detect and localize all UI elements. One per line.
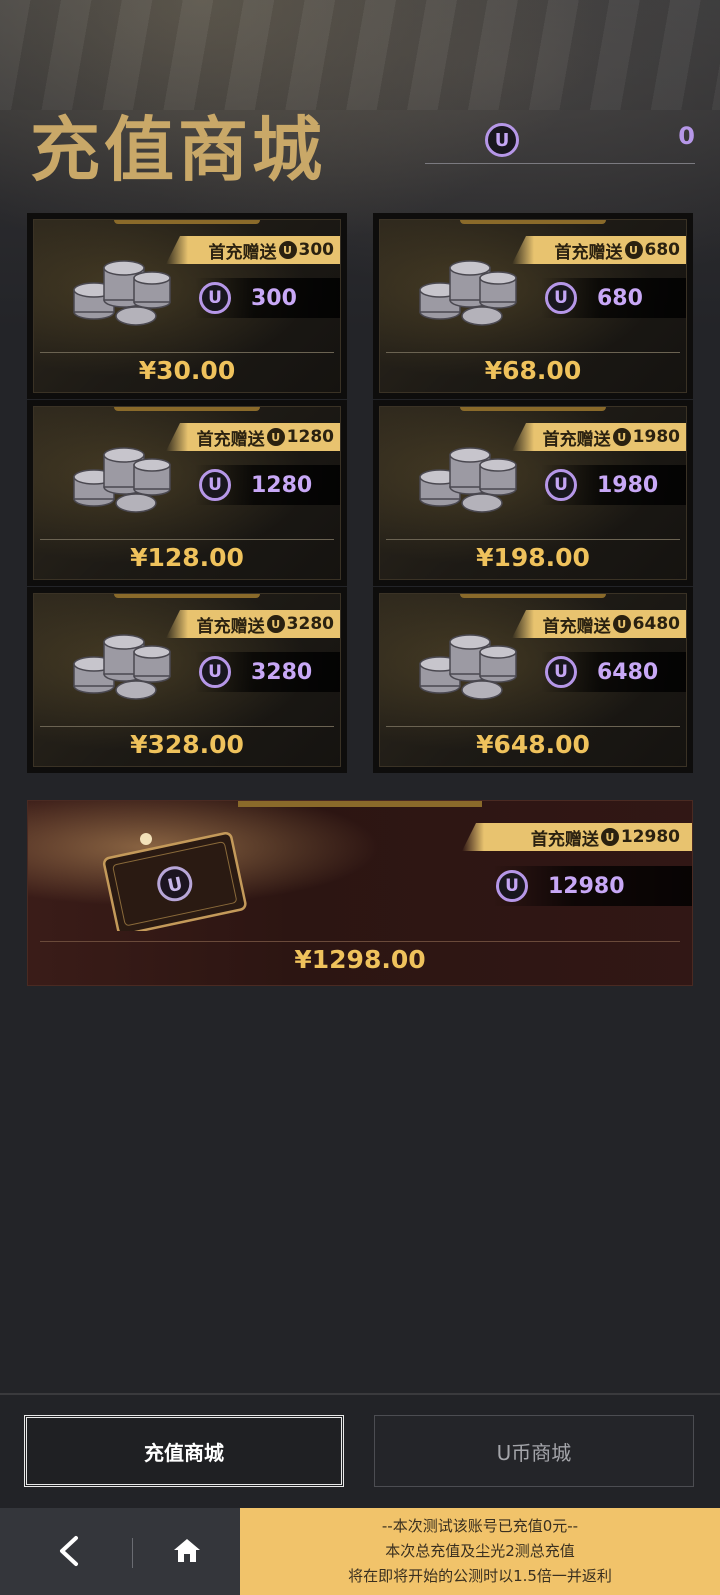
divider bbox=[40, 941, 680, 942]
bonus-label: 首充赠送 bbox=[196, 616, 265, 637]
first-charge-bonus: 首充赠送 U 300 bbox=[166, 236, 340, 264]
price-label: ¥128.00 bbox=[130, 543, 244, 572]
price-label: ¥68.00 bbox=[484, 356, 582, 385]
divider bbox=[40, 726, 334, 727]
coin-stack-icon bbox=[73, 634, 171, 700]
first-charge-bonus: 首充赠送 U 1280 bbox=[166, 423, 340, 451]
bonus-amount: 3280 bbox=[286, 614, 334, 634]
u-coin-icon: U bbox=[600, 828, 619, 846]
amount-value: 680 bbox=[597, 285, 643, 311]
bonus-label: 首充赠送 bbox=[530, 829, 599, 850]
u-coin-icon: U bbox=[545, 656, 577, 688]
tab-recharge-shop[interactable]: 充值商城 bbox=[24, 1415, 344, 1487]
bonus-label: 首充赠送 bbox=[554, 242, 623, 263]
divider bbox=[132, 1538, 133, 1568]
amount-value: 1280 bbox=[251, 472, 313, 498]
bonus-label: 首充赠送 bbox=[196, 429, 265, 450]
package-card[interactable]: 首充赠送 U 680 U 680 ¥68.00 bbox=[373, 213, 693, 399]
bonus-amount: 12980 bbox=[620, 827, 680, 847]
notice-line-2: 本次总充值及尘光2测总充值 bbox=[385, 1542, 575, 1560]
bonus-label: 首充赠送 bbox=[208, 242, 277, 263]
coin-amount: U 12980 bbox=[492, 866, 692, 906]
u-coin-icon: U bbox=[278, 241, 297, 259]
u-coin-icon: U bbox=[485, 123, 519, 157]
u-coin-icon: U bbox=[496, 870, 528, 902]
amount-value: 3280 bbox=[251, 659, 313, 685]
coin-stack-icon bbox=[419, 447, 517, 513]
price-label: ¥1298.00 bbox=[294, 945, 426, 974]
coin-amount: U 1280 bbox=[195, 465, 340, 505]
vip-card-icon: U bbox=[102, 831, 247, 931]
divider bbox=[386, 726, 680, 727]
coin-amount: U 680 bbox=[541, 278, 686, 318]
bonus-amount: 1280 bbox=[286, 427, 334, 447]
first-charge-bonus: 首充赠送 U 3280 bbox=[166, 610, 340, 638]
balance-value: 0 bbox=[678, 122, 695, 150]
bonus-amount: 300 bbox=[298, 240, 335, 260]
coin-amount: U 3280 bbox=[195, 652, 340, 692]
u-coin-icon: U bbox=[545, 469, 577, 501]
coin-amount: U 1980 bbox=[541, 465, 686, 505]
bonus-amount: 680 bbox=[644, 240, 681, 260]
coin-amount: U 300 bbox=[195, 278, 340, 318]
u-coin-icon: U bbox=[545, 282, 577, 314]
package-card[interactable]: 首充赠送 U 1980 U 1980 ¥198.00 bbox=[373, 400, 693, 586]
coin-stack-icon bbox=[73, 447, 171, 513]
chevron-left-icon[interactable] bbox=[50, 1528, 90, 1574]
first-charge-bonus: 首充赠送 U 1980 bbox=[512, 423, 686, 451]
amount-value: 12980 bbox=[548, 873, 625, 899]
price-label: ¥648.00 bbox=[476, 730, 590, 759]
u-coin-icon: U bbox=[199, 282, 231, 314]
bonus-label: 首充赠送 bbox=[542, 616, 611, 637]
divider bbox=[386, 539, 680, 540]
tab-u-coin-shop[interactable]: U币商城 bbox=[374, 1415, 694, 1487]
amount-value: 1980 bbox=[597, 472, 659, 498]
balance-display: U 0 bbox=[425, 120, 695, 164]
price-label: ¥198.00 bbox=[476, 543, 590, 572]
nav-controls bbox=[0, 1508, 240, 1595]
first-charge-bonus: 首充赠送 U 680 bbox=[512, 236, 686, 264]
price-label: ¥328.00 bbox=[130, 730, 244, 759]
u-coin-icon: U bbox=[612, 428, 631, 446]
amount-value: 300 bbox=[251, 285, 297, 311]
package-card[interactable]: 首充赠送 U 3280 U 3280 ¥328.00 bbox=[27, 587, 347, 773]
notice-line-1: --本次测试该账号已充值0元-- bbox=[381, 1517, 579, 1535]
amount-value: 6480 bbox=[597, 659, 659, 685]
notice-line-3: 将在即将开始的公测时以1.5倍一并返利 bbox=[348, 1567, 612, 1585]
first-charge-bonus: 首充赠送 U 6480 bbox=[512, 610, 686, 638]
divider bbox=[40, 539, 334, 540]
bonus-amount: 1980 bbox=[632, 427, 680, 447]
u-coin-icon: U bbox=[612, 615, 631, 633]
u-coin-icon: U bbox=[199, 469, 231, 501]
coin-stack-icon bbox=[73, 260, 171, 326]
recharge-notice: --本次测试该账号已充值0元-- 本次总充值及尘光2测总充值 将在即将开始的公测… bbox=[240, 1508, 720, 1595]
u-coin-icon: U bbox=[199, 656, 231, 688]
home-icon[interactable] bbox=[170, 1532, 204, 1568]
bonus-label: 首充赠送 bbox=[542, 429, 611, 450]
page-title: 充值商城 bbox=[30, 108, 326, 191]
divider bbox=[386, 352, 680, 353]
u-coin-icon: U bbox=[266, 428, 285, 446]
bonus-amount: 6480 bbox=[632, 614, 680, 634]
first-charge-bonus: 首充赠送 U 12980 bbox=[462, 823, 692, 851]
price-label: ¥30.00 bbox=[138, 356, 236, 385]
coin-amount: U 6480 bbox=[541, 652, 686, 692]
coin-stack-icon bbox=[419, 634, 517, 700]
shop-tab-bar: 充值商城 U币商城 bbox=[0, 1393, 720, 1508]
u-coin-icon: U bbox=[624, 241, 643, 259]
package-card-premium[interactable]: U 首充赠送 U 12980 U 12980 ¥1298.00 bbox=[27, 800, 693, 986]
u-coin-icon: U bbox=[266, 615, 285, 633]
package-card[interactable]: 首充赠送 U 1280 U 1280 ¥128.00 bbox=[27, 400, 347, 586]
coin-stack-icon bbox=[419, 260, 517, 326]
package-card[interactable]: 首充赠送 U 6480 U 6480 ¥648.00 bbox=[373, 587, 693, 773]
package-card[interactable]: 首充赠送 U 300 U 300 ¥30.00 bbox=[27, 213, 347, 399]
footer-bar: --本次测试该账号已充值0元-- 本次总充值及尘光2测总充值 将在即将开始的公测… bbox=[0, 1508, 720, 1595]
divider bbox=[40, 352, 334, 353]
